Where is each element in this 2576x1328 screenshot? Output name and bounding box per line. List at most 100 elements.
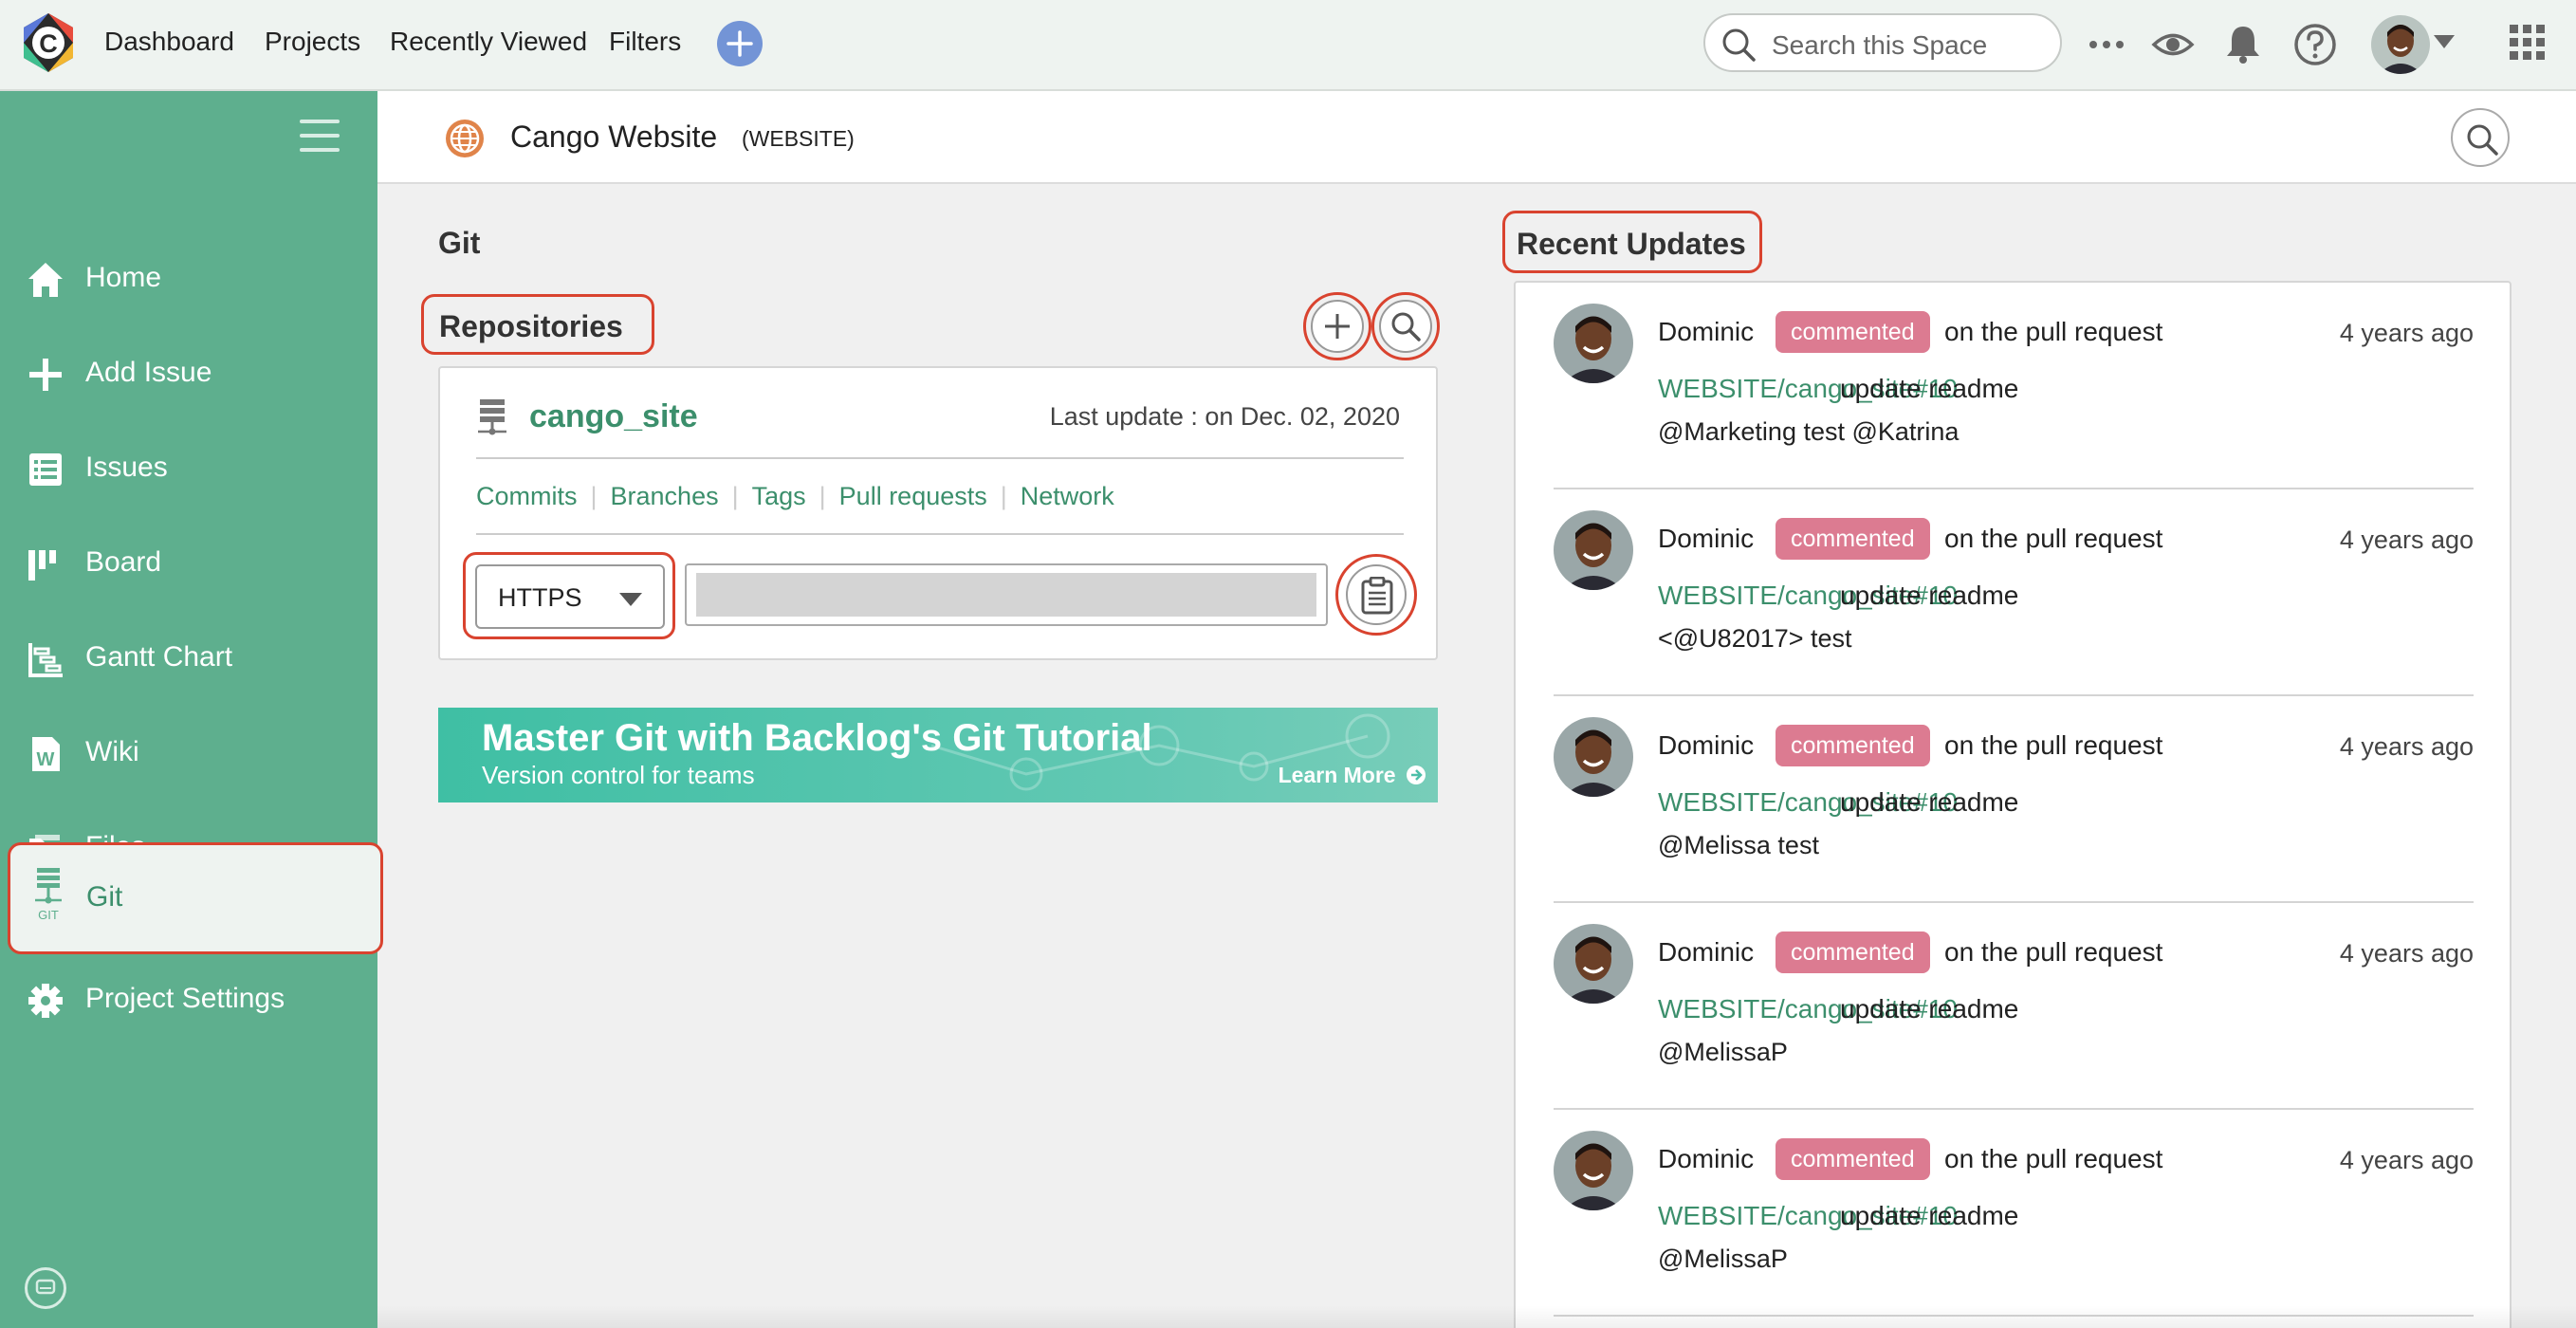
repositories-heading: Repositories [439, 309, 623, 343]
update-user[interactable]: Dominic [1658, 524, 1754, 554]
update-user[interactable]: Dominic [1658, 317, 1754, 347]
svg-text:GIT: GIT [38, 908, 59, 922]
update-user[interactable]: Dominic [1658, 730, 1754, 761]
svg-text:C: C [39, 29, 58, 58]
git-icon: GIT [35, 868, 62, 922]
update-item: Dominic commented on the pull request 4 … [1554, 283, 2474, 489]
update-comment: @Marketing test @Katrina [1658, 417, 1960, 446]
divider [476, 457, 1404, 459]
home-icon [28, 263, 63, 297]
update-action: on the pull request [1944, 730, 2163, 760]
plus-icon [1325, 314, 1350, 339]
search-placeholder: Search this Space [1772, 30, 1988, 60]
update-comment: @Melissa test [1658, 831, 1819, 859]
menu-toggle-icon[interactable] [300, 120, 340, 152]
pull-request-title: update readme [1840, 1201, 2019, 1230]
learn-more-link[interactable]: Learn More [1279, 763, 1426, 788]
user-avatar[interactable] [1554, 924, 1633, 1004]
nav-dashboard[interactable]: Dashboard [104, 27, 234, 57]
sidebar-item-label: Home [85, 262, 162, 293]
protocol-select[interactable]: HTTPS [475, 564, 665, 629]
chat-icon[interactable] [25, 1267, 66, 1309]
avatar-image [1554, 717, 1633, 797]
search-icon [1722, 28, 1756, 62]
user-avatar[interactable] [1554, 510, 1633, 590]
sidebar-item-label: Board [85, 546, 162, 578]
pull-request-title: update readme [1840, 994, 2019, 1024]
avatar-image [1554, 304, 1633, 383]
git-tutorial-banner[interactable]: Master Git with Backlog's Git Tutorial V… [438, 708, 1438, 802]
sidebar-item-home[interactable]: Home [0, 233, 377, 328]
branches-link[interactable]: Branches [611, 482, 719, 510]
top-bar: C Dashboard Projects Recently Viewed Fil… [0, 0, 2576, 91]
repositories-heading-box: Repositories [421, 294, 654, 355]
create-button[interactable] [717, 21, 763, 66]
sidebar-item-git[interactable]: GIT Git [8, 842, 383, 954]
sidebar-item-board[interactable]: Board [0, 518, 377, 613]
project-name[interactable]: Cango Website [510, 120, 717, 155]
sidebar-item-label: Gantt Chart [85, 641, 233, 673]
user-avatar[interactable] [1554, 717, 1633, 797]
user-avatar[interactable] [1554, 304, 1633, 383]
update-comment: @MelissaP [1658, 1245, 1788, 1273]
search-icon [2467, 124, 2498, 156]
commits-link[interactable]: Commits [476, 482, 578, 510]
banner-subtitle: Version control for teams [482, 761, 755, 789]
app-logo[interactable]: C [21, 11, 76, 74]
nav-recently-viewed[interactable]: Recently Viewed [390, 27, 587, 57]
chevron-down-icon[interactable] [2432, 32, 2456, 51]
recent-updates-heading-box: Recent Updates [1502, 211, 1762, 273]
add-repository-button[interactable] [1303, 292, 1371, 360]
update-comment: @MelissaP [1658, 1038, 1788, 1066]
update-comment: <@U82017> test [1658, 624, 1852, 653]
more-icon[interactable] [2083, 21, 2130, 68]
update-badge: commented [1776, 1138, 1930, 1180]
repository-card: cango_site Last update : on Dec. 02, 202… [438, 366, 1438, 660]
sidebar-item-project-settings[interactable]: Project Settings [0, 954, 377, 1049]
update-user[interactable]: Dominic [1658, 1144, 1754, 1174]
user-avatar[interactable] [1554, 1131, 1633, 1210]
tags-link[interactable]: Tags [752, 482, 806, 510]
bell-icon[interactable] [2219, 21, 2267, 68]
update-item: Dominic commented on the pull request 4 … [1554, 1110, 2474, 1317]
user-avatar[interactable] [2371, 15, 2430, 74]
protocol-select-box: HTTPS [463, 552, 675, 639]
sidebar-item-label: Issues [85, 452, 168, 483]
avatar-image [1554, 1131, 1633, 1210]
update-action: on the pull request [1944, 937, 2163, 967]
avatar-image [1554, 510, 1633, 590]
board-icon [28, 550, 56, 581]
sidebar-item-add-issue[interactable]: Add Issue [0, 328, 377, 423]
gantt-icon [28, 643, 63, 677]
sidebar-item-wiki[interactable]: W Wiki [0, 708, 377, 802]
copy-url-button[interactable] [1335, 554, 1417, 636]
sidebar-item-label: Add Issue [85, 357, 212, 388]
repository-name[interactable]: cango_site [529, 398, 698, 435]
nav-filters[interactable]: Filters [609, 27, 681, 57]
project-search-button[interactable] [2451, 108, 2510, 167]
space-search-input[interactable]: Search this Space [1703, 13, 2062, 72]
update-action: on the pull request [1944, 1144, 2163, 1173]
banner-title: Master Git with Backlog's Git Tutorial [482, 717, 1152, 759]
list-icon [29, 453, 62, 486]
update-user[interactable]: Dominic [1658, 937, 1754, 968]
repository-icon [478, 399, 506, 435]
sidebar-item-gantt-chart[interactable]: Gantt Chart [0, 613, 377, 708]
pull-requests-link[interactable]: Pull requests [839, 482, 987, 510]
arrow-right-circle-icon [1407, 765, 1426, 784]
update-item: Dominic commented on the pull request 4 … [1554, 696, 2474, 903]
update-time: 4 years ago [2339, 1146, 2474, 1174]
sidebar-item-issues[interactable]: Issues [0, 423, 377, 518]
watch-icon[interactable] [2149, 21, 2197, 68]
network-link[interactable]: Network [1021, 482, 1114, 510]
nav-projects[interactable]: Projects [265, 27, 360, 57]
plus-icon [727, 30, 753, 57]
divider [476, 533, 1404, 535]
search-repository-button[interactable] [1371, 292, 1440, 360]
clone-url-field[interactable] [685, 563, 1328, 626]
update-badge: commented [1776, 931, 1930, 973]
protocol-value: HTTPS [498, 583, 582, 612]
sidebar-item-label: Git [86, 881, 123, 913]
help-icon[interactable] [2291, 21, 2339, 68]
apps-grid-icon[interactable] [2508, 23, 2548, 63]
